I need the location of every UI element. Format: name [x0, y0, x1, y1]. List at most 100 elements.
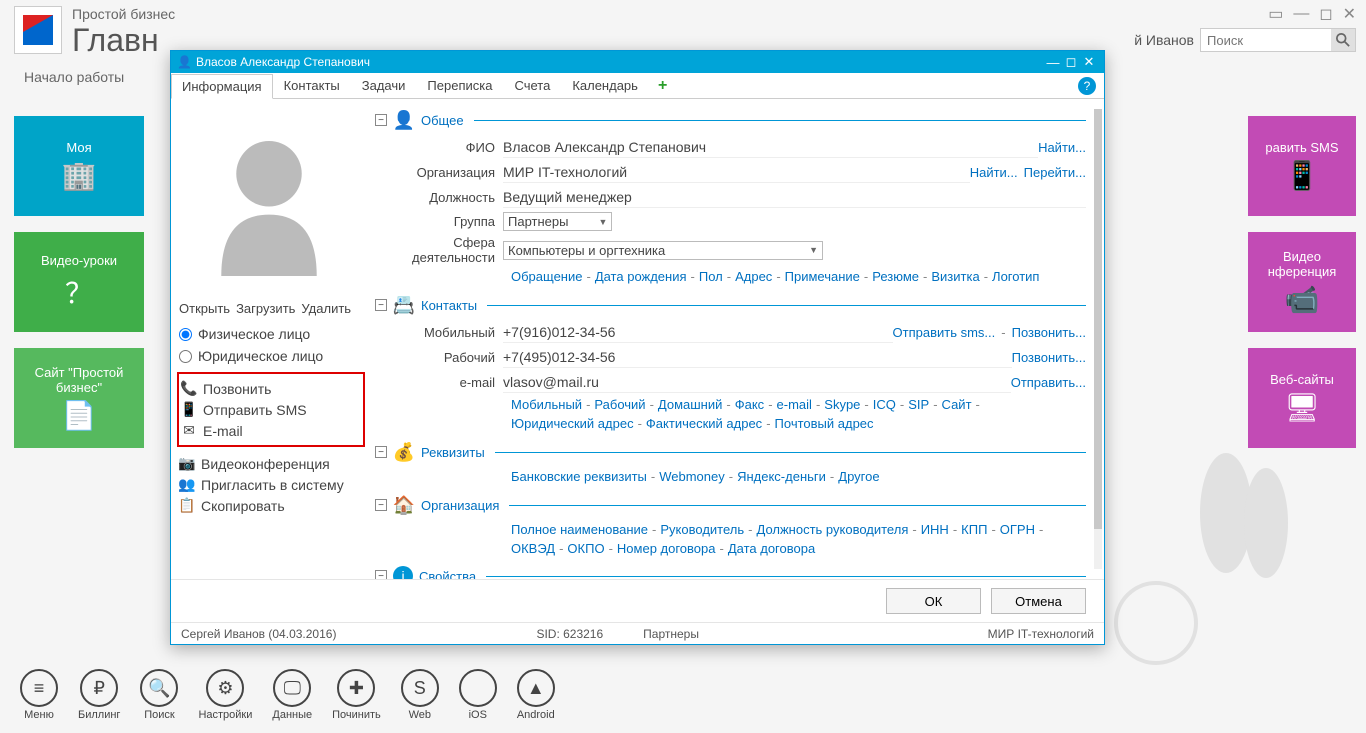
search-input[interactable]	[1201, 31, 1331, 50]
action-videoconf[interactable]: 📷Видеоконференция	[179, 453, 363, 474]
minimize-icon[interactable]: —	[1293, 5, 1309, 23]
help-button[interactable]: ?	[1078, 77, 1096, 95]
bb-ios[interactable]: iOS	[459, 669, 497, 721]
add-field-link[interactable]: Примечание	[785, 269, 860, 284]
tab-information[interactable]: Информация	[171, 74, 273, 99]
sphere-select[interactable]: Компьютеры и оргтехника▼	[503, 241, 823, 260]
collapse-toggle[interactable]: −	[375, 114, 387, 126]
action-copy[interactable]: 📋Скопировать	[179, 495, 363, 516]
send-sms-link[interactable]: Отправить sms...	[893, 325, 996, 340]
field-work-phone[interactable]: +7(495)012-34-56	[503, 347, 1012, 368]
collapse-toggle[interactable]: −	[375, 499, 387, 511]
tile-video-lessons[interactable]: Видео-уроки？	[14, 232, 144, 332]
tab-contacts[interactable]: Контакты	[273, 73, 351, 98]
radio-legal[interactable]: Юридическое лицо	[179, 348, 363, 364]
add-field-link[interactable]: Другое	[838, 469, 879, 484]
collapse-toggle[interactable]: −	[375, 446, 387, 458]
tab-correspondence[interactable]: Переписка	[416, 73, 503, 98]
search-box[interactable]	[1200, 28, 1356, 52]
tab-calendar[interactable]: Календарь	[561, 73, 649, 98]
bb-web[interactable]: SWeb	[401, 669, 439, 721]
add-field-link[interactable]: Пол	[699, 269, 723, 284]
add-field-link[interactable]: Юридический адрес	[511, 416, 634, 431]
action-invite[interactable]: 👥Пригласить в систему	[179, 474, 363, 495]
add-field-link[interactable]: Webmoney	[659, 469, 725, 484]
call-link[interactable]: Позвонить...	[1012, 350, 1086, 365]
tab-add[interactable]: +	[649, 74, 676, 98]
maximize-icon[interactable]: ◻	[1319, 4, 1332, 24]
add-field-link[interactable]: Должность руководителя	[757, 522, 909, 537]
dialog-maximize[interactable]: ◻	[1062, 54, 1080, 70]
tile-my[interactable]: Моя🏢	[14, 116, 144, 216]
tile-send-sms[interactable]: равить SMS📱	[1248, 116, 1356, 216]
bb-menu[interactable]: ≡Меню	[20, 669, 58, 721]
action-email[interactable]: ✉E-mail	[181, 420, 361, 441]
action-call[interactable]: 📞Позвонить	[181, 378, 361, 399]
add-field-link[interactable]: Обращение	[511, 269, 582, 284]
add-field-link[interactable]: Резюме	[872, 269, 919, 284]
close-icon[interactable]: ✕	[1343, 4, 1356, 24]
collapse-toggle[interactable]: −	[375, 570, 387, 579]
tile-videoconf[interactable]: Видео нференция📹	[1248, 232, 1356, 332]
add-field-link[interactable]: Рабочий	[594, 397, 645, 412]
scrollbar-thumb[interactable]	[1094, 109, 1102, 529]
tile-websites[interactable]: Веб-сайты🖥	[1248, 348, 1356, 448]
call-link[interactable]: Позвонить...	[1012, 325, 1086, 340]
dialog-minimize[interactable]: —	[1044, 55, 1062, 70]
current-user[interactable]: й Иванов	[1134, 32, 1194, 48]
add-field-link[interactable]: Руководитель	[660, 522, 744, 537]
add-field-link[interactable]: Номер договора	[617, 541, 716, 556]
radio-individual[interactable]: Физическое лицо	[179, 326, 363, 342]
add-field-link[interactable]: ОГРН	[1000, 522, 1035, 537]
add-field-link[interactable]: ICQ	[873, 397, 896, 412]
add-field-link[interactable]: Дата рождения	[595, 269, 687, 284]
add-field-link[interactable]: Skype	[824, 397, 860, 412]
find-link[interactable]: Найти...	[1038, 140, 1086, 155]
bb-data[interactable]: 🖵Данные	[272, 669, 312, 721]
field-position[interactable]: Ведущий менеджер	[503, 187, 1086, 208]
avatar-delete[interactable]: Удалить	[301, 301, 351, 316]
field-fio[interactable]: Власов Александр Степанович	[503, 137, 1038, 158]
group-select[interactable]: Партнеры▼	[503, 212, 612, 231]
add-field-link[interactable]: Адрес	[735, 269, 772, 284]
add-field-link[interactable]: Мобильный	[511, 397, 582, 412]
dialog-close[interactable]: ✕	[1080, 54, 1098, 70]
tab-invoices[interactable]: Счета	[503, 73, 561, 98]
add-field-link[interactable]: Логотип	[992, 269, 1039, 284]
dialog-titlebar[interactable]: 👤 Власов Александр Степанович — ◻ ✕	[171, 51, 1104, 73]
collapse-toggle[interactable]: −	[375, 299, 387, 311]
cancel-button[interactable]: Отмена	[991, 588, 1086, 614]
bb-android[interactable]: ▲Android	[517, 669, 555, 721]
add-field-link[interactable]: Полное наименование	[511, 522, 648, 537]
field-email[interactable]: vlasov@mail.ru	[503, 372, 1011, 393]
bb-settings[interactable]: ⚙Настройки	[198, 669, 252, 721]
add-field-link[interactable]: Почтовый адрес	[775, 416, 874, 431]
add-field-link[interactable]: КПП	[961, 522, 987, 537]
bb-repair[interactable]: ✚Починить	[332, 669, 381, 721]
add-field-link[interactable]: ИНН	[921, 522, 949, 537]
add-field-link[interactable]: Домашний	[658, 397, 722, 412]
add-field-link[interactable]: Дата договора	[728, 541, 815, 556]
action-sms[interactable]: 📱Отправить SMS	[181, 399, 361, 420]
ok-button[interactable]: ОК	[886, 588, 981, 614]
add-field-link[interactable]: Яндекс-деньги	[737, 469, 826, 484]
bb-search[interactable]: 🔍Поиск	[140, 669, 178, 721]
add-field-link[interactable]: ОКВЭД	[511, 541, 555, 556]
avatar-upload[interactable]: Загрузить	[236, 301, 295, 316]
goto-link[interactable]: Перейти...	[1024, 165, 1086, 180]
tile-site[interactable]: Сайт "Простой бизнес"📄	[14, 348, 144, 448]
send-link[interactable]: Отправить...	[1011, 375, 1086, 390]
find-link[interactable]: Найти...	[970, 165, 1018, 180]
add-field-link[interactable]: Визитка	[931, 269, 979, 284]
field-mobile[interactable]: +7(916)012-34-56	[503, 322, 893, 343]
field-org[interactable]: МИР IT-технологий	[503, 162, 970, 183]
add-field-link[interactable]: ОКПО	[567, 541, 604, 556]
bb-billing[interactable]: ₽Биллинг	[78, 669, 120, 721]
add-field-link[interactable]: Сайт	[942, 397, 972, 412]
add-field-link[interactable]: Факс	[735, 397, 764, 412]
add-field-link[interactable]: Фактический адрес	[646, 416, 762, 431]
add-field-link[interactable]: e-mail	[777, 397, 812, 412]
add-field-link[interactable]: Банковские реквизиты	[511, 469, 647, 484]
search-button[interactable]	[1331, 29, 1355, 51]
tab-tasks[interactable]: Задачи	[351, 73, 417, 98]
